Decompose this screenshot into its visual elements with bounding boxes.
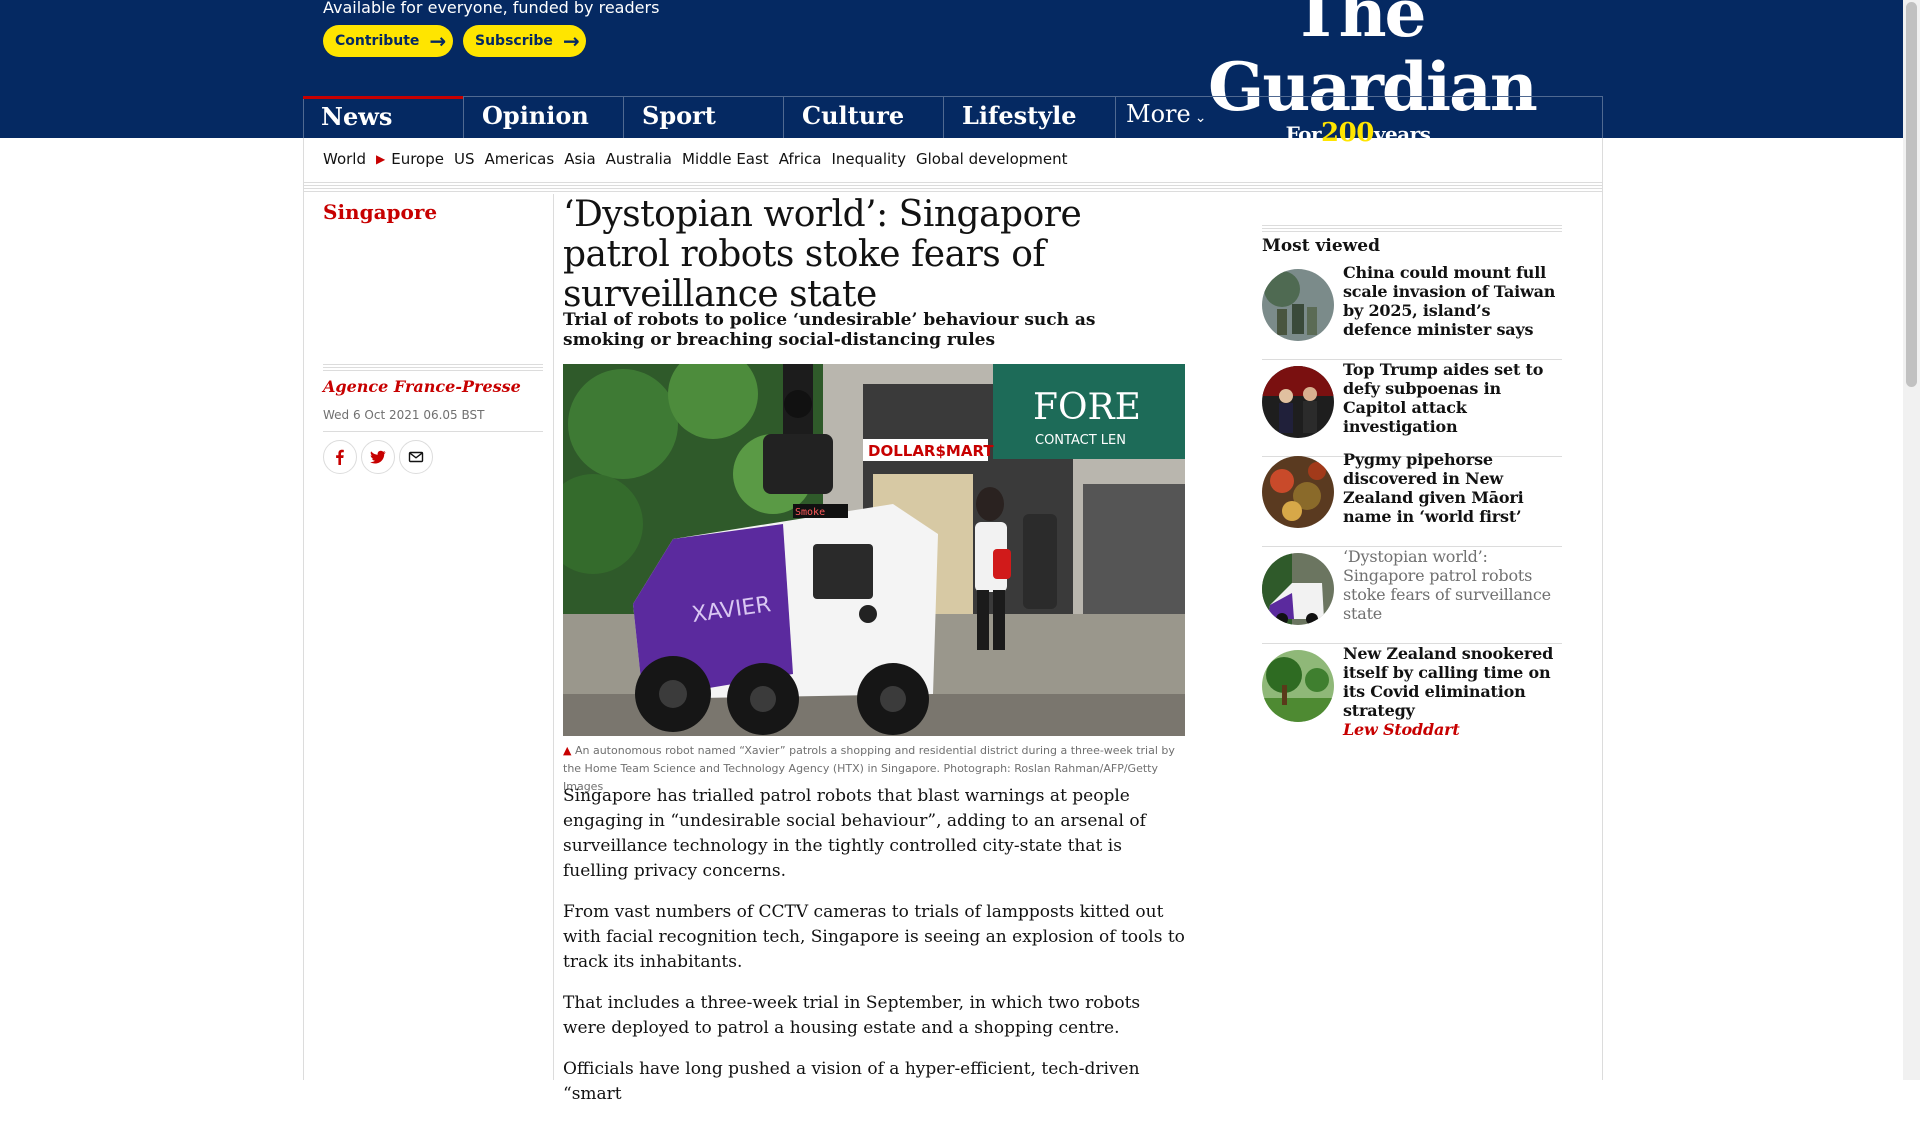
section-divider (303, 182, 1603, 192)
publish-date: Wed 6 Oct 2021 06.05 BST (323, 408, 485, 422)
most-viewed-headline: ‘Dystopian world’: Singapore patrol robo… (1343, 547, 1551, 623)
contribute-label: Contribute (335, 33, 420, 49)
subnav-item-world[interactable]: World (323, 150, 366, 168)
body-paragraph: From vast numbers of CCTV cameras to tri… (563, 902, 1185, 972)
shop-sign-subtext: CONTACT LEN (1035, 433, 1126, 448)
scrollbar-thumb[interactable] (1906, 2, 1917, 387)
subnav-item-global-development[interactable]: Global development (916, 150, 1068, 168)
subnav-item-americas[interactable]: Americas (485, 150, 555, 168)
robot-photo-illustration: FORE CONTACT LEN DOLLAR$MART XAVIER Smok… (563, 364, 1185, 736)
subnav-item-inequality[interactable]: Inequality (831, 150, 905, 168)
shop-sign-text: FORE (1033, 387, 1141, 428)
byline[interactable]: Agence France-Presse (323, 377, 521, 396)
meta-divider (323, 364, 543, 373)
most-viewed-item[interactable]: Pygmy pipehorse discovered in New Zealan… (1262, 450, 1562, 547)
more-label: More (1126, 100, 1191, 128)
most-viewed-thumbnail (1262, 366, 1334, 438)
guardian-logo[interactable]: The Guardian For200years (1208, 0, 1538, 148)
body-paragraph: Singapore has trialled patrol robots tha… (563, 786, 1146, 881)
nav-pillar-culture[interactable]: Culture (783, 96, 943, 138)
most-viewed-item[interactable]: Top Trump aides set to defy subpoenas in… (1262, 360, 1562, 457)
subscribe-button[interactable]: Subscribe → (463, 25, 586, 57)
most-viewed-headline: New Zealand snookered itself by calling … (1343, 644, 1561, 739)
most-viewed-item[interactable]: ‘Dystopian world’: Singapore patrol robo… (1262, 547, 1562, 644)
twitter-icon (370, 450, 386, 464)
arrow-right-icon: → (562, 29, 580, 53)
store-sign-text: DOLLAR$MART (868, 442, 994, 460)
nav-pillar-opinion[interactable]: Opinion (463, 96, 623, 138)
section-label[interactable]: Singapore (323, 200, 437, 224)
subnav-item-europe[interactable]: Europe (391, 150, 444, 168)
share-facebook-button[interactable] (323, 440, 357, 474)
subnav-item-asia[interactable]: Asia (564, 150, 595, 168)
nav-pillar-lifestyle[interactable]: Lifestyle (943, 96, 1103, 138)
most-viewed-thumbnail (1262, 553, 1334, 625)
most-viewed-rule (1262, 225, 1562, 234)
most-viewed-item[interactable]: New Zealand snookered itself by calling … (1262, 644, 1562, 741)
contribute-button[interactable]: Contribute → (323, 25, 453, 57)
triangle-up-icon: ▲ (563, 744, 572, 757)
most-viewed-title: Most viewed (1262, 236, 1380, 256)
most-viewed-author: Lew Stoddart (1343, 720, 1460, 739)
article-standfirst: Trial of robots to police ‘undesirable’ … (563, 310, 1096, 350)
nav-pillar-news[interactable]: News (303, 96, 463, 138)
share-twitter-button[interactable] (361, 440, 395, 474)
most-viewed-thumbnail (1262, 650, 1334, 722)
more-menu-button[interactable]: More ⌄ (1115, 96, 1206, 138)
subnav-item-australia[interactable]: Australia (606, 150, 672, 168)
meta-line (323, 431, 543, 432)
subnav-item-africa[interactable]: Africa (779, 150, 822, 168)
article-headline: ‘Dystopian world’: Singapore patrol robo… (563, 194, 1082, 315)
nav-pillar-sport[interactable]: Sport (623, 96, 783, 138)
most-viewed-thumbnail (1262, 269, 1334, 341)
article-body: Singapore has trialled patrol robots tha… (563, 784, 1188, 1123)
most-viewed-item[interactable]: China could mount full scale invasion of… (1262, 263, 1562, 360)
triangle-right-icon: ▶ (376, 152, 386, 166)
most-viewed-headline: Top Trump aides set to defy subpoenas in… (1343, 360, 1544, 436)
facebook-icon (336, 449, 344, 465)
most-viewed-headline: Pygmy pipehorse discovered in New Zealan… (1343, 450, 1524, 526)
article-main-image[interactable]: FORE CONTACT LEN DOLLAR$MART XAVIER Smok… (563, 364, 1185, 736)
support-message: Available for everyone, funded by reader… (323, 0, 660, 17)
body-paragraph: Officials have long pushed a vision of a… (563, 1059, 1140, 1104)
column-divider (553, 194, 554, 1080)
most-viewed-headline: China could mount full scale invasion of… (1343, 263, 1556, 339)
chevron-down-icon: ⌄ (1194, 110, 1207, 126)
subnav-item-middle-east[interactable]: Middle East (682, 150, 769, 168)
most-viewed-thumbnail (1262, 456, 1334, 528)
sub-navigation: World ▶ Europe US Americas Asia Australi… (323, 150, 1078, 168)
body-paragraph: That includes a three-week trial in Sept… (563, 993, 1141, 1038)
robot-screen-text: Smoke (795, 507, 825, 518)
email-icon (408, 451, 424, 463)
arrow-right-icon: → (429, 29, 447, 53)
share-email-button[interactable] (399, 440, 433, 474)
subnav-item-us[interactable]: US (454, 150, 475, 168)
most-viewed-headline-text: New Zealand snookered itself by calling … (1343, 644, 1554, 720)
subscribe-label: Subscribe (475, 33, 553, 49)
